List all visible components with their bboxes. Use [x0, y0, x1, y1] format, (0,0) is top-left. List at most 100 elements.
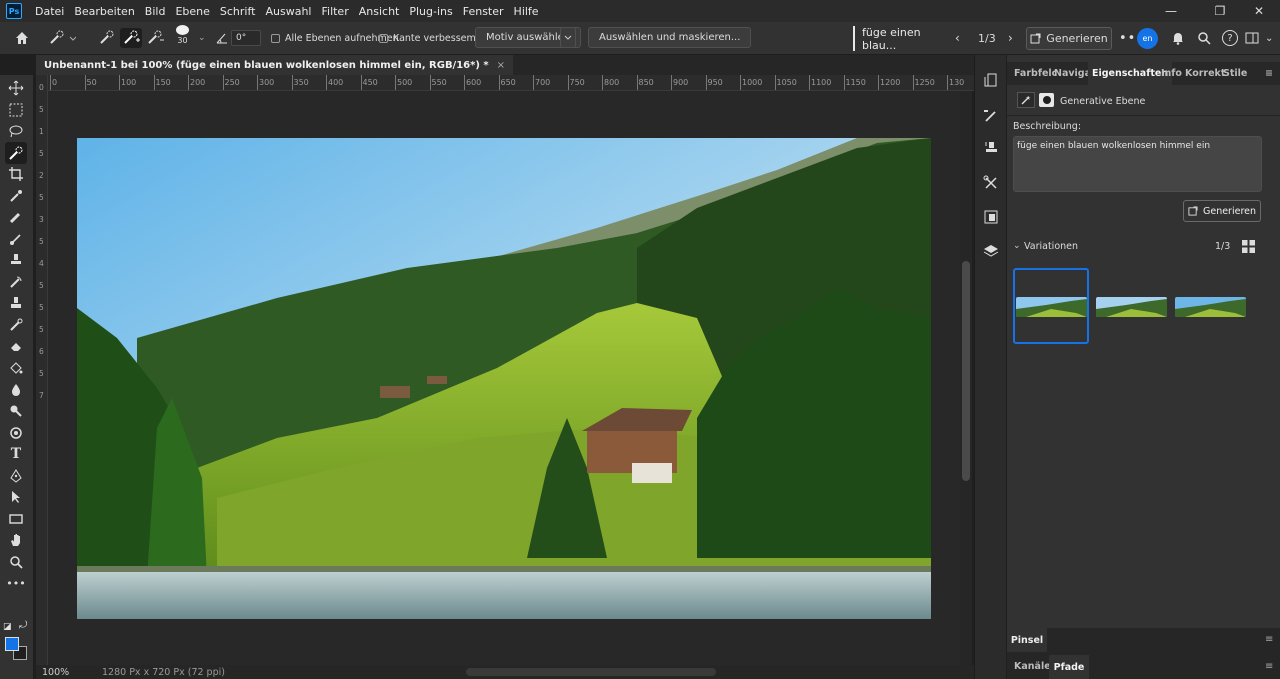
description-input[interactable]: füge einen blauen wolkenlosen himmel ein: [1013, 136, 1262, 192]
tab-korrektur[interactable]: Korrekt: [1185, 62, 1225, 85]
ruler-label: 5: [39, 281, 44, 290]
variation-thumbnail-1[interactable]: [1016, 297, 1087, 317]
menu-plugins[interactable]: Plug-ins: [404, 5, 457, 18]
panel-menu-icon[interactable]: ≡: [1265, 634, 1273, 645]
new-selection-icon[interactable]: [98, 28, 116, 48]
layers-icon[interactable]: [980, 240, 1002, 262]
more-tools-icon[interactable]: •••: [5, 572, 27, 594]
panel-menu-icon[interactable]: ≡: [1265, 661, 1273, 672]
tab-eigenschaften[interactable]: Eigenschaften: [1088, 62, 1173, 85]
subtract-from-selection-icon[interactable]: [146, 28, 164, 48]
generate-button-top[interactable]: Generieren: [1026, 27, 1112, 50]
minimize-icon[interactable]: —: [1154, 0, 1188, 22]
menu-ansicht[interactable]: Ansicht: [354, 5, 405, 18]
tool-presets-icon[interactable]: [980, 172, 1002, 194]
blur-tool-icon[interactable]: [5, 379, 27, 401]
menu-bearbeiten[interactable]: Bearbeiten: [69, 5, 139, 18]
restore-icon[interactable]: ❐: [1203, 0, 1237, 22]
horizontal-scrollbar[interactable]: [466, 668, 716, 676]
default-colors-icon[interactable]: ◪: [3, 622, 12, 632]
help-icon[interactable]: ?: [1222, 30, 1238, 46]
zoom-level[interactable]: 100%: [42, 667, 69, 678]
tab-info[interactable]: Info: [1161, 62, 1182, 85]
close-tab-icon[interactable]: ×: [497, 60, 505, 71]
menu-fenster[interactable]: Fenster: [458, 5, 509, 18]
previous-variation-icon[interactable]: ‹: [955, 28, 960, 48]
menu-ebene[interactable]: Ebene: [170, 5, 214, 18]
lasso-tool-icon[interactable]: [5, 120, 27, 142]
history-icon[interactable]: [980, 69, 1002, 91]
search-icon[interactable]: [1197, 28, 1211, 48]
foreground-color-swatch[interactable]: [5, 637, 19, 651]
angle-field[interactable]: 0°: [231, 30, 261, 46]
close-window-icon[interactable]: ✕: [1242, 0, 1276, 22]
select-subject-dropdown[interactable]: [560, 27, 576, 48]
vertical-scrollbar[interactable]: [960, 91, 972, 665]
healing-brush-tool-icon[interactable]: [5, 206, 27, 228]
rectangle-tool-icon[interactable]: [5, 508, 27, 530]
chevron-down-icon[interactable]: ⌄: [198, 28, 206, 48]
paint-bucket-tool-icon[interactable]: [5, 357, 27, 379]
path-selection-tool-icon[interactable]: [5, 486, 27, 508]
tab-farbfelder[interactable]: Farbfelc: [1014, 62, 1057, 85]
landscape-image[interactable]: [77, 138, 931, 619]
variation-thumbnail-3[interactable]: [1175, 297, 1246, 317]
tab-pinsel[interactable]: Pinsel: [1007, 628, 1047, 652]
history-brush-tool-icon[interactable]: [5, 271, 27, 293]
menu-bild[interactable]: Bild: [140, 5, 171, 18]
collapse-chevron-icon[interactable]: ⌄: [1013, 241, 1021, 251]
libraries-icon[interactable]: [980, 206, 1002, 228]
zoom-tool-icon[interactable]: [5, 551, 27, 573]
tab-kanaele[interactable]: Kanäle: [1014, 661, 1051, 672]
marquee-tool-icon[interactable]: [5, 99, 27, 121]
brush-tip-icon: [176, 25, 189, 35]
smudge-brush-tool-icon[interactable]: [5, 314, 27, 336]
menu-hilfe[interactable]: Hilfe: [509, 5, 544, 18]
chevron-down-icon[interactable]: ⌄: [1265, 28, 1273, 48]
ruler-tick: [878, 75, 879, 90]
ruler-label: 1200: [880, 78, 901, 87]
variation-thumbnail-2[interactable]: [1096, 297, 1167, 317]
brush-tool-icon[interactable]: [5, 228, 27, 250]
stamp-tool-icon[interactable]: [5, 292, 27, 314]
home-icon[interactable]: [14, 28, 30, 48]
scroll-thumb[interactable]: [962, 261, 970, 481]
sponge-tool-icon[interactable]: [5, 422, 27, 444]
menu-schrift[interactable]: Schrift: [215, 5, 261, 18]
ruler-label: 5: [39, 325, 44, 334]
swap-colors-icon[interactable]: ⤾: [19, 620, 27, 631]
eyedropper-tool-icon[interactable]: [5, 185, 27, 207]
document-tab[interactable]: Unbenannt-1 bei 100% (füge einen blauen …: [36, 55, 514, 75]
menu-auswahl[interactable]: Auswahl: [260, 5, 316, 18]
prompt-field[interactable]: füge einen blau...: [853, 26, 948, 52]
quick-selection-preset-icon[interactable]: [48, 28, 76, 48]
move-tool-icon[interactable]: [5, 77, 27, 99]
quick-selection-tool-icon[interactable]: [5, 142, 27, 164]
workspace-icon[interactable]: [1245, 28, 1259, 48]
menu-datei[interactable]: Datei: [30, 5, 69, 18]
avatar[interactable]: en: [1137, 28, 1158, 49]
tab-pfade[interactable]: Pfade: [1049, 655, 1089, 679]
next-variation-icon[interactable]: ›: [1008, 28, 1013, 48]
add-to-selection-icon[interactable]: [120, 28, 142, 48]
ruler-tick: [119, 75, 120, 90]
grid-view-icon[interactable]: [1242, 240, 1255, 253]
notification-bell-icon[interactable]: [1171, 28, 1185, 48]
select-and-mask-button[interactable]: Auswählen und maskieren...: [588, 27, 752, 48]
brush-settings-icon[interactable]: [980, 105, 1002, 127]
dodge-tool-icon[interactable]: [5, 400, 27, 422]
enhance-edge-checkbox[interactable]: Kante verbessem: [379, 28, 476, 48]
hand-tool-icon[interactable]: [5, 529, 27, 551]
canvas-area[interactable]: [48, 91, 960, 665]
clone-source-icon[interactable]: [980, 137, 1002, 159]
panel-menu-icon[interactable]: ≡: [1265, 62, 1273, 85]
eraser-tool-icon[interactable]: [5, 335, 27, 357]
brush-size-picker[interactable]: 30: [176, 25, 189, 45]
tab-stile[interactable]: Stile: [1223, 62, 1247, 85]
type-tool-icon[interactable]: T: [5, 443, 27, 465]
clone-stamp-tool-icon[interactable]: [5, 249, 27, 271]
menu-filter[interactable]: Filter: [316, 5, 353, 18]
crop-tool-icon[interactable]: [5, 163, 27, 185]
generate-button-panel[interactable]: Generieren: [1183, 200, 1261, 222]
pen-tool-icon[interactable]: [5, 465, 27, 487]
